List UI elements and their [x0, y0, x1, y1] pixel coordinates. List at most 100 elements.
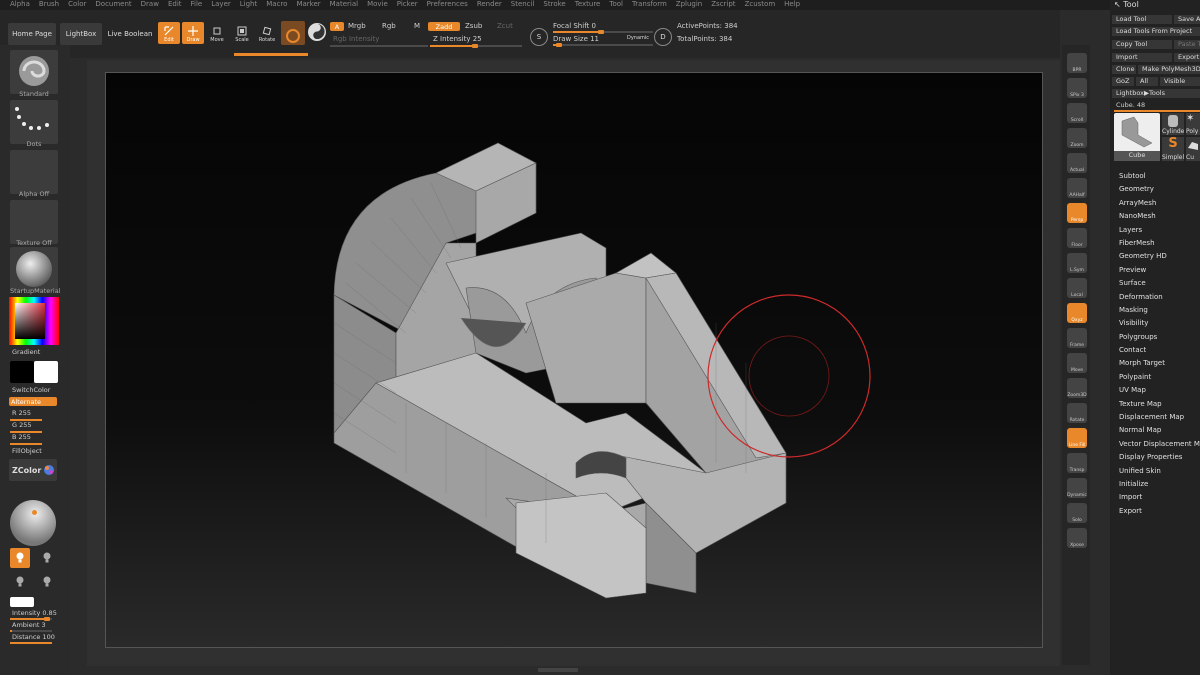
- bottom-shelf-handle[interactable]: [538, 668, 578, 672]
- tool-section-arraymesh[interactable]: ArrayMesh: [1119, 197, 1200, 210]
- fill-object-button[interactable]: FillObject: [12, 447, 42, 455]
- shelf-xpose-button[interactable]: Xpose: [1067, 528, 1087, 548]
- live-boolean-button[interactable]: Live Boolean: [106, 23, 154, 45]
- mrgb-button[interactable]: Mrgb: [348, 22, 366, 30]
- copy-tool-button[interactable]: Copy Tool: [1112, 40, 1172, 49]
- menu-item-render[interactable]: Render: [477, 0, 502, 10]
- edit-button[interactable]: Edit: [158, 22, 180, 44]
- zcolor-button[interactable]: ZColor: [9, 459, 57, 481]
- alpha-thumbnail[interactable]: [10, 150, 58, 194]
- menu-item-stroke[interactable]: Stroke: [543, 0, 565, 10]
- menu-item-transform[interactable]: Transform: [632, 0, 667, 10]
- shelf-move-button[interactable]: Move: [1067, 353, 1087, 373]
- tool-section-masking[interactable]: Masking: [1119, 304, 1200, 317]
- menu-item-zscript[interactable]: Zscript: [711, 0, 735, 10]
- import-tool-button[interactable]: Import: [1112, 53, 1172, 62]
- focal-shift-slider[interactable]: [553, 30, 653, 34]
- menu-item-macro[interactable]: Macro: [266, 0, 287, 10]
- menu-item-help[interactable]: Help: [784, 0, 800, 10]
- brush-preview-button[interactable]: [281, 21, 305, 45]
- tool-section-polypaint[interactable]: Polypaint: [1119, 371, 1200, 384]
- zcut-button[interactable]: Zcut: [497, 22, 513, 30]
- shelf-floor-button[interactable]: Floor: [1067, 228, 1087, 248]
- shelf-aahalf-button[interactable]: AAHalf: [1067, 178, 1087, 198]
- tool-section-import[interactable]: Import: [1119, 491, 1200, 504]
- menu-item-texture[interactable]: Texture: [575, 0, 601, 10]
- shelf-actual-button[interactable]: Actual: [1067, 153, 1087, 173]
- color-square[interactable]: [15, 303, 45, 339]
- shelf-transp-button[interactable]: Transp: [1067, 453, 1087, 473]
- make-polymesh3d-button[interactable]: Make PolyMesh3D: [1138, 65, 1200, 74]
- intensity-slider[interactable]: [10, 617, 52, 621]
- lightbox-button[interactable]: LightBox: [60, 23, 102, 45]
- tool-section-surface[interactable]: Surface: [1119, 277, 1200, 290]
- paste-tool-button[interactable]: Paste Tool: [1174, 40, 1200, 49]
- light-position-marker[interactable]: [32, 510, 37, 515]
- save-as-button[interactable]: Save As: [1174, 15, 1200, 24]
- menu-item-preferences[interactable]: Preferences: [427, 0, 468, 10]
- menu-item-marker[interactable]: Marker: [296, 0, 320, 10]
- menu-item-file[interactable]: File: [191, 0, 203, 10]
- zsub-button[interactable]: Zsub: [465, 22, 482, 30]
- menu-item-color[interactable]: Color: [68, 0, 86, 10]
- cube-tool-thumbnail[interactable]: Cube: [1114, 113, 1160, 161]
- distance-slider[interactable]: [10, 642, 52, 644]
- scale-button[interactable]: Scale: [231, 22, 253, 44]
- light-4-button[interactable]: [37, 572, 57, 592]
- shelf-qxyz-button[interactable]: Qxyz: [1067, 303, 1087, 323]
- sculptris-s-button[interactable]: S: [530, 28, 548, 46]
- brush-thumbnail[interactable]: [10, 50, 58, 94]
- m-button[interactable]: M: [414, 22, 420, 30]
- cu-tool-thumbnail[interactable]: Cu: [1186, 137, 1200, 161]
- menu-item-light[interactable]: Light: [240, 0, 257, 10]
- rgb-intensity-slider[interactable]: [330, 45, 428, 47]
- cylinder-tool-thumbnail[interactable]: Cylinde: [1162, 113, 1184, 135]
- stroke-thumbnail[interactable]: [10, 100, 58, 144]
- viewport-canvas[interactable]: [105, 72, 1043, 648]
- goz-visible-button[interactable]: Visible: [1160, 77, 1200, 86]
- load-tool-button[interactable]: Load Tool: [1112, 15, 1172, 24]
- menu-item-brush[interactable]: Brush: [39, 0, 59, 10]
- shelf-solo-button[interactable]: Solo: [1067, 503, 1087, 523]
- shelf-scroll-button[interactable]: Scroll: [1067, 103, 1087, 123]
- d-button[interactable]: D: [654, 28, 672, 46]
- goz-all-button[interactable]: All: [1136, 77, 1158, 86]
- tool-section-normal-map[interactable]: Normal Map: [1119, 424, 1200, 437]
- menu-item-tool[interactable]: Tool: [609, 0, 623, 10]
- menu-item-document[interactable]: Document: [95, 0, 131, 10]
- shelf-dynamic-button[interactable]: Dynamic: [1067, 478, 1087, 498]
- tool-section-uv-map[interactable]: UV Map: [1119, 384, 1200, 397]
- shelf-frame-button[interactable]: Frame: [1067, 328, 1087, 348]
- primary-color-swatch[interactable]: [34, 361, 58, 383]
- shelf-rotate-button[interactable]: Rotate: [1067, 403, 1087, 423]
- tool-section-morph-target[interactable]: Morph Target: [1119, 357, 1200, 370]
- menu-item-layer[interactable]: Layer: [211, 0, 231, 10]
- zadd-button[interactable]: Zadd: [428, 22, 460, 31]
- tool-section-unified-skin[interactable]: Unified Skin: [1119, 465, 1200, 478]
- clone-button[interactable]: Clone: [1112, 65, 1136, 74]
- shelf-local-button[interactable]: Local: [1067, 278, 1087, 298]
- tool-section-fibermesh[interactable]: FiberMesh: [1119, 237, 1200, 250]
- switch-color-button[interactable]: SwitchColor: [12, 386, 50, 394]
- alternate-button[interactable]: Alternate: [9, 397, 57, 406]
- tool-section-export[interactable]: Export: [1119, 505, 1200, 518]
- menu-item-zplugin[interactable]: Zplugin: [676, 0, 702, 10]
- rotate-button[interactable]: Rotate: [256, 22, 278, 44]
- tool-section-geometry[interactable]: Geometry: [1119, 183, 1200, 196]
- z-intensity-slider[interactable]: [430, 44, 522, 48]
- rgb-button[interactable]: Rgb: [382, 22, 396, 30]
- menu-item-zcustom[interactable]: Zcustom: [745, 0, 776, 10]
- shelf-line-fill-button[interactable]: Line Fill: [1067, 428, 1087, 448]
- material-sphere-icon[interactable]: [308, 23, 326, 41]
- tool-section-nanomesh[interactable]: NanoMesh: [1119, 210, 1200, 223]
- shelf-bpr-button[interactable]: BPR: [1067, 53, 1087, 73]
- menu-item-alpha[interactable]: Alpha: [10, 0, 30, 10]
- lightbox-tools-button[interactable]: Lightbox▶Tools: [1112, 89, 1200, 98]
- tool-section-contact[interactable]: Contact: [1119, 344, 1200, 357]
- tool-section-display-properties[interactable]: Display Properties: [1119, 451, 1200, 464]
- tool-section-polygroups[interactable]: Polygroups: [1119, 331, 1200, 344]
- menu-item-draw[interactable]: Draw: [141, 0, 159, 10]
- light-color-swatch[interactable]: [10, 597, 34, 607]
- load-tools-from-project-button[interactable]: Load Tools From Project: [1112, 27, 1200, 36]
- goz-button[interactable]: GoZ: [1112, 77, 1134, 86]
